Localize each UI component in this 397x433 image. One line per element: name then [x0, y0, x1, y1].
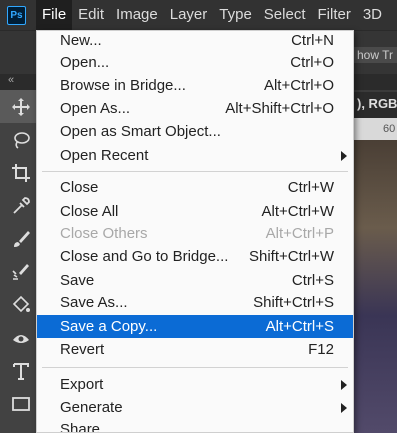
menu-image[interactable]: Image — [110, 0, 164, 30]
menu-edit[interactable]: Edit — [72, 0, 110, 30]
menu-item-shortcut: Ctrl+O — [290, 54, 334, 71]
submenu-arrow-icon — [341, 380, 347, 390]
menu-item-open-as-smart-object[interactable]: Open as Smart Object... — [37, 120, 353, 143]
menu-item-label: New... — [60, 32, 102, 49]
photoshop-logo: Ps — [7, 5, 26, 25]
menu-separator — [42, 171, 348, 172]
menu-item-label: Share... — [60, 421, 113, 433]
menu-type[interactable]: Type — [213, 0, 258, 30]
menu-item-save[interactable]: Save Ctrl+S — [37, 269, 353, 292]
menu-item-label: Browse in Bridge... — [60, 77, 186, 94]
menu-item-close-all[interactable]: Close All Alt+Ctrl+W — [37, 200, 353, 223]
menu-item-shortcut: Shift+Ctrl+W — [248, 248, 334, 265]
menu-item-close-and-go-to-bridge[interactable]: Close and Go to Bridge... Shift+Ctrl+W — [37, 245, 353, 268]
menu-item-shortcut: Ctrl+S — [291, 272, 334, 289]
menu-item-revert[interactable]: Revert F12 — [37, 338, 353, 361]
menu-3d[interactable]: 3D — [357, 0, 388, 30]
menu-item-label: Revert — [60, 341, 105, 358]
menu-item-close[interactable]: Close Ctrl+W — [37, 176, 353, 199]
menu-item-share[interactable]: Share... — [37, 418, 353, 433]
menu-item-save-a-copy[interactable]: Save a Copy... Alt+Ctrl+S — [37, 315, 353, 338]
menu-layer[interactable]: Layer — [164, 0, 214, 30]
menu-item-shortcut: Shift+Ctrl+S — [253, 294, 334, 311]
menu-item-label: Save — [60, 272, 95, 289]
menu-item-label: Close All — [60, 203, 119, 220]
document-canvas[interactable] — [353, 140, 397, 433]
menu-item-shortcut: Alt+Ctrl+S — [265, 318, 334, 335]
menu-item-label: Generate — [60, 399, 123, 416]
submenu-arrow-icon — [341, 403, 347, 413]
menu-item-label: Close and Go to Bridge... — [60, 248, 229, 265]
menu-item-label: Open Recent — [60, 147, 149, 164]
menu-bar: Ps File Edit Image Layer Type Select Fil… — [0, 0, 397, 30]
collapse-panel-icon[interactable]: « — [8, 74, 14, 86]
menu-item-export[interactable]: Export — [37, 373, 353, 396]
menu-item-shortcut: F12 — [308, 341, 334, 358]
menu-item-shortcut: Ctrl+N — [291, 32, 334, 49]
menu-item-label: Export — [60, 376, 104, 393]
horizontal-ruler: 60 — [353, 118, 397, 140]
menu-item-label: Save As... — [60, 294, 128, 311]
menu-item-shortcut: Ctrl+W — [287, 179, 334, 196]
submenu-arrow-icon — [341, 151, 347, 161]
menu-item-close-others: Close Others Alt+Ctrl+P — [37, 222, 353, 245]
menu-separator — [42, 367, 348, 368]
menu-item-shortcut: Alt+Ctrl+W — [261, 203, 334, 220]
file-menu-dropdown: New... Ctrl+N Open... Ctrl+O Browse in B… — [36, 30, 354, 433]
ruler-tick-label: 60 — [383, 123, 396, 135]
menu-item-label: Open As... — [60, 100, 131, 117]
menu-item-shortcut: Alt+Shift+Ctrl+O — [225, 100, 334, 117]
menu-item-new[interactable]: New... Ctrl+N — [37, 31, 353, 52]
menu-item-label: Save a Copy... — [60, 318, 158, 335]
menu-item-label: Close Others — [60, 225, 148, 242]
menu-item-shortcut: Alt+Ctrl+P — [265, 225, 334, 242]
menu-item-open-as[interactable]: Open As... Alt+Shift+Ctrl+O — [37, 97, 353, 120]
show-transform-hint[interactable]: how Tr — [352, 47, 397, 63]
menu-item-save-as[interactable]: Save As... Shift+Ctrl+S — [37, 291, 353, 314]
menu-item-browse-in-bridge[interactable]: Browse in Bridge... Alt+Ctrl+O — [37, 74, 353, 97]
menu-item-label: Close — [60, 179, 99, 196]
menu-filter[interactable]: Filter — [312, 0, 357, 30]
menu-item-label: Open... — [60, 54, 110, 71]
document-tab[interactable]: ), RGB — [353, 92, 397, 116]
menu-item-open[interactable]: Open... Ctrl+O — [37, 51, 353, 74]
menu-item-open-recent[interactable]: Open Recent — [37, 144, 353, 167]
menu-file[interactable]: File — [36, 0, 73, 30]
menu-item-label: Open as Smart Object... — [60, 123, 221, 140]
menu-item-shortcut: Alt+Ctrl+O — [263, 77, 334, 94]
menu-item-generate[interactable]: Generate — [37, 396, 353, 419]
menu-select[interactable]: Select — [258, 0, 312, 30]
